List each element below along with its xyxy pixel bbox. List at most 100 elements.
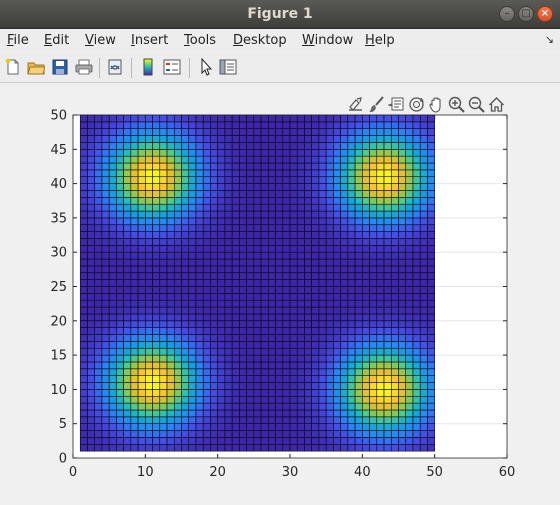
surface-cell <box>195 258 204 267</box>
surface-cell <box>116 128 124 136</box>
plot-area[interactable]: 0 10 20 30 40 50 6005101520253035404550 <box>0 0 560 505</box>
surface-cell <box>130 327 139 335</box>
surface-cell <box>195 176 204 184</box>
surface-cell <box>166 128 175 136</box>
surface-cell <box>398 176 407 184</box>
surface-cell <box>390 402 399 411</box>
surface-cell <box>325 334 334 342</box>
surface-cell <box>340 197 349 205</box>
surface-cell <box>405 238 414 246</box>
surface-cell <box>405 265 414 274</box>
surface-cell <box>376 128 385 136</box>
surface-cell <box>419 320 428 328</box>
surface-cell <box>398 114 407 123</box>
surface-cell <box>325 320 334 328</box>
surface-cell <box>390 361 399 370</box>
surface-cell <box>188 382 197 390</box>
surface-cell <box>224 368 233 376</box>
surface-cell <box>94 320 103 328</box>
surface-cell <box>246 169 255 178</box>
surface-cell <box>224 389 233 397</box>
surface-cell <box>354 155 363 164</box>
surface-cell <box>311 238 320 246</box>
surface-cell <box>123 395 132 404</box>
surface-cell <box>340 375 349 383</box>
surface-cell <box>108 245 117 253</box>
surface-cell <box>246 416 255 424</box>
surface-cell <box>362 135 370 143</box>
surface-cell <box>296 190 305 198</box>
surface-cell <box>296 155 305 164</box>
surface-cell <box>398 128 407 136</box>
surface-cell <box>253 183 262 191</box>
surface-cell <box>101 368 110 376</box>
surface-cell <box>94 162 103 171</box>
surface-cell <box>412 238 421 246</box>
surface-cell <box>145 368 153 376</box>
surface-cell <box>217 190 226 198</box>
surface-cell <box>166 155 175 164</box>
surface-cell <box>210 437 218 445</box>
surface-cell <box>87 368 95 376</box>
surface-cell <box>246 183 255 191</box>
surface-cell <box>145 128 153 136</box>
surface-cell <box>268 299 276 308</box>
surface-cell <box>188 395 197 404</box>
surface-cell <box>304 354 312 363</box>
surface-cell <box>318 313 327 322</box>
y-tick-label: 45 <box>50 143 67 158</box>
surface-cell <box>412 121 421 129</box>
surface-cell <box>181 142 190 150</box>
surface-cell <box>181 341 190 349</box>
surface-cell <box>231 395 240 404</box>
surface-cell <box>325 416 334 424</box>
surface-cell <box>166 313 175 322</box>
surface-cell <box>181 306 190 315</box>
surface-cell <box>390 162 399 171</box>
surface-cell <box>383 197 392 205</box>
surface-cell <box>217 313 226 322</box>
surface-cell <box>333 135 341 143</box>
surface-cell <box>419 375 428 383</box>
surface-cell <box>224 395 233 404</box>
surface-cell <box>419 313 428 322</box>
surface-cell <box>311 320 320 328</box>
surface-cell <box>296 395 305 404</box>
surface-cell <box>94 114 103 123</box>
surface-cell <box>405 327 414 335</box>
surface-cell <box>427 149 435 157</box>
surface-cell <box>217 210 226 219</box>
surface-cell <box>79 402 88 411</box>
surface-cell <box>282 416 291 424</box>
surface-cell <box>260 286 269 294</box>
surface-cell <box>195 341 204 349</box>
surface-cell <box>311 327 320 335</box>
surface-cell <box>275 389 284 397</box>
surface-cell <box>137 293 146 301</box>
surface-cell <box>188 361 197 370</box>
surface-cell <box>116 265 124 274</box>
surface-cell <box>340 231 349 239</box>
surface-cell <box>231 265 240 274</box>
surface-cell <box>325 238 334 246</box>
surface-cell <box>325 203 334 212</box>
surface-cell <box>412 382 421 390</box>
surface-cell <box>130 430 139 438</box>
surface-cell <box>369 395 378 404</box>
surface-cell <box>304 135 312 143</box>
surface-cell <box>181 416 190 424</box>
surface-cell <box>304 293 312 301</box>
surface-cell <box>260 320 269 328</box>
surface-cell <box>101 231 110 239</box>
surface-cell <box>275 238 284 246</box>
surface-cell <box>311 169 320 178</box>
surface-cell <box>390 155 399 164</box>
surface-cell <box>202 382 211 390</box>
surface-cell <box>362 114 370 123</box>
surface-cell <box>376 265 385 274</box>
surface-cell <box>412 128 421 136</box>
surface-cell <box>116 217 124 226</box>
surface-cell <box>304 286 312 294</box>
surface-cell <box>260 258 269 267</box>
surface-cell <box>152 416 161 424</box>
